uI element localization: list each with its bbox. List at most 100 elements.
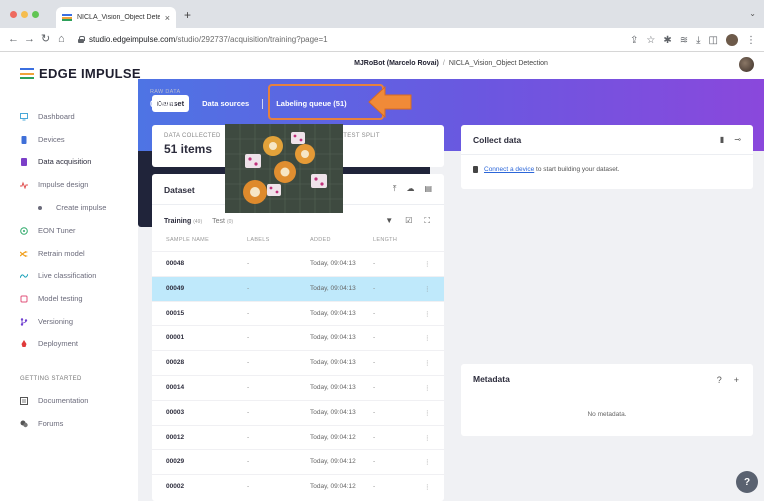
cast-icon[interactable]: ≋ [680, 35, 688, 46]
row-menu-icon[interactable]: ⋮ [424, 384, 431, 392]
sample-image[interactable] [225, 124, 343, 213]
cloud-icon[interactable]: ☁ [406, 184, 414, 194]
sidebar-item-devices[interactable]: Devices [20, 135, 65, 144]
row-menu-icon[interactable]: ⋮ [424, 310, 431, 318]
column-sample-name[interactable]: SAMPLE NAME [166, 237, 209, 243]
row-menu-icon[interactable]: ⋮ [424, 434, 431, 442]
column-added[interactable]: ADDED [310, 237, 331, 243]
sample-name-cell: 00015 [166, 309, 185, 317]
reload-icon[interactable]: ↻ [41, 33, 50, 45]
labels-cell: - [247, 260, 250, 267]
sidebar-item-model-testing[interactable]: Model testing [20, 294, 83, 303]
edge-impulse-logo[interactable]: EDGE IMPULSE [20, 66, 141, 81]
add-metadata-icon[interactable]: + [734, 375, 739, 385]
dataset-card: Dataset ⤒ ☁ ▤ Training (49) Test (0) ▼ ☑ ⛶… [152, 174, 444, 501]
column-length[interactable]: LENGTH [373, 237, 397, 243]
connect-plug-icon[interactable]: ⊸ [734, 135, 741, 144]
project-owner[interactable]: MJRoBot (Marcelo Rovai) [354, 60, 439, 67]
metadata-help-icon[interactable]: ? [717, 375, 722, 385]
device-settings-icon[interactable]: ▮ [720, 135, 724, 144]
sidebar-item-retrain-model[interactable]: Retrain model [20, 249, 85, 258]
database-icon [21, 157, 27, 166]
column-labels[interactable]: LABELS [247, 237, 270, 243]
share-icon[interactable]: ⇪ [630, 35, 638, 46]
sidebar-item-documentation[interactable]: Documentation [20, 396, 88, 405]
table-row[interactable]: 00012 - Today, 09:04:12 - ⋮ [152, 424, 444, 450]
rocket-icon [21, 339, 27, 347]
maximize-window-button[interactable] [32, 11, 39, 18]
table-row[interactable]: 00048 - Today, 09:04:13 - ⋮ [152, 251, 444, 276]
row-menu-icon[interactable]: ⋮ [424, 334, 431, 342]
new-tab-button[interactable]: + [184, 9, 191, 21]
row-menu-icon[interactable]: ⋮ [424, 285, 431, 293]
back-arrow-icon[interactable]: ← [8, 33, 19, 45]
table-row[interactable]: 00002 - Today, 09:04:12 - ⋮ [152, 474, 444, 499]
labels-cell: - [247, 433, 250, 441]
sidebar-item-impulse-design[interactable]: Impulse design [20, 180, 88, 189]
sidebar-item-live-classification[interactable]: Live classification [20, 271, 96, 280]
sample-name-cell: 00002 [166, 483, 185, 491]
added-cell: Today, 09:04:13 [310, 309, 356, 317]
tab-training[interactable]: Training (49) [164, 218, 202, 225]
length-cell: - [373, 408, 376, 416]
project-name[interactable]: NICLA_Vision_Object Detection [449, 60, 548, 67]
dataset-title: Dataset [164, 185, 195, 195]
browser-profile-avatar[interactable] [726, 34, 738, 46]
url-field[interactable]: studio.edgeimpulse.com/studio/292737/acq… [78, 31, 626, 48]
table-row[interactable]: 00015 - Today, 09:04:13 - ⋮ [152, 300, 444, 326]
table-row[interactable]: 00014 - Today, 09:04:13 - ⋮ [152, 374, 444, 400]
bookmark-star-icon[interactable]: ☆ [646, 35, 655, 46]
table-row[interactable]: 00049 - Today, 09:04:13 - ⋮ [152, 275, 444, 301]
sidebar-item-label: EON Tuner [38, 226, 76, 235]
tab-list-chevron-icon[interactable]: ⌄ [749, 9, 756, 18]
sidebar-item-dashboard[interactable]: Dashboard [20, 112, 75, 121]
row-menu-icon[interactable]: ⋮ [424, 359, 431, 367]
sidebar-item-deployment[interactable]: Deployment [20, 339, 78, 348]
select-icon[interactable]: ☑ [405, 216, 412, 226]
tab-close-icon[interactable]: × [165, 13, 170, 23]
table-row[interactable]: 00029 - Today, 09:04:12 - ⋮ [152, 449, 444, 474]
sidebar-toggle-icon[interactable]: ◫ [709, 35, 718, 46]
table-row[interactable]: 00003 - Today, 09:04:13 - ⋮ [152, 399, 444, 425]
table-row[interactable]: 00028 - Today, 09:04:13 - ⋮ [152, 350, 444, 375]
help-button[interactable]: ? [736, 471, 758, 493]
address-bar: ← → ↻ ⌂ studio.edgeimpulse.com/studio/29… [0, 28, 764, 52]
sidebar-item-versioning[interactable]: Versioning [20, 317, 73, 326]
close-window-button[interactable] [10, 11, 17, 18]
row-menu-icon[interactable]: ⋮ [424, 260, 431, 268]
home-icon[interactable]: ⌂ [58, 33, 65, 45]
browser-menu-icon[interactable]: ⋮ [746, 35, 756, 46]
sidebar-item-create-impulse[interactable]: Create impulse [38, 203, 106, 212]
row-menu-icon[interactable]: ⋮ [424, 483, 431, 491]
sidebar-item-forums[interactable]: Forums [20, 419, 63, 428]
export-icon[interactable]: ▤ [424, 184, 432, 194]
filter-icon[interactable]: ▼ [385, 216, 393, 226]
docs-icon [20, 396, 28, 405]
forward-arrow-icon[interactable]: → [24, 33, 35, 45]
collect-data-body: Connect a device to start building your … [473, 166, 620, 173]
download-icon[interactable]: ⤓ [696, 35, 700, 46]
tuner-icon [20, 226, 28, 235]
connect-device-link[interactable]: Connect a device [484, 166, 534, 173]
table-row[interactable]: 00001 - Today, 09:04:13 - ⋮ [152, 325, 444, 350]
main-content: Dataset Data sources Labeling queue (51)… [138, 79, 764, 501]
browser-tab[interactable]: NICLA_Vision_Object Detecti × [56, 7, 176, 28]
collect-data-card: Collect data ▮ ⊸ Connect a device to sta… [461, 125, 753, 189]
expand-icon[interactable]: ⛶ [424, 216, 430, 226]
minimize-window-button[interactable] [21, 11, 28, 18]
sidebar-item-label: Devices [38, 135, 65, 144]
sidebar-item-label: Versioning [38, 317, 74, 326]
row-menu-icon[interactable]: ⋮ [424, 409, 431, 417]
extension-icon[interactable]: ✱ [663, 35, 671, 46]
length-cell: - [373, 260, 376, 267]
sidebar-item-eon-tuner[interactable]: EON Tuner [20, 226, 76, 235]
user-avatar[interactable] [739, 57, 754, 72]
upload-icon[interactable]: ⤒ [393, 184, 397, 194]
sample-name-cell: 00029 [166, 458, 185, 466]
sample-name-cell: 00049 [166, 284, 185, 292]
row-menu-icon[interactable]: ⋮ [424, 458, 431, 466]
raw-data-label: RAW DATA [150, 89, 181, 95]
sidebar-item-data-acquisition[interactable]: Data acquisition [20, 157, 91, 166]
tab-data-sources[interactable]: Data sources [197, 95, 254, 112]
tab-test[interactable]: Test (0) [212, 218, 233, 225]
